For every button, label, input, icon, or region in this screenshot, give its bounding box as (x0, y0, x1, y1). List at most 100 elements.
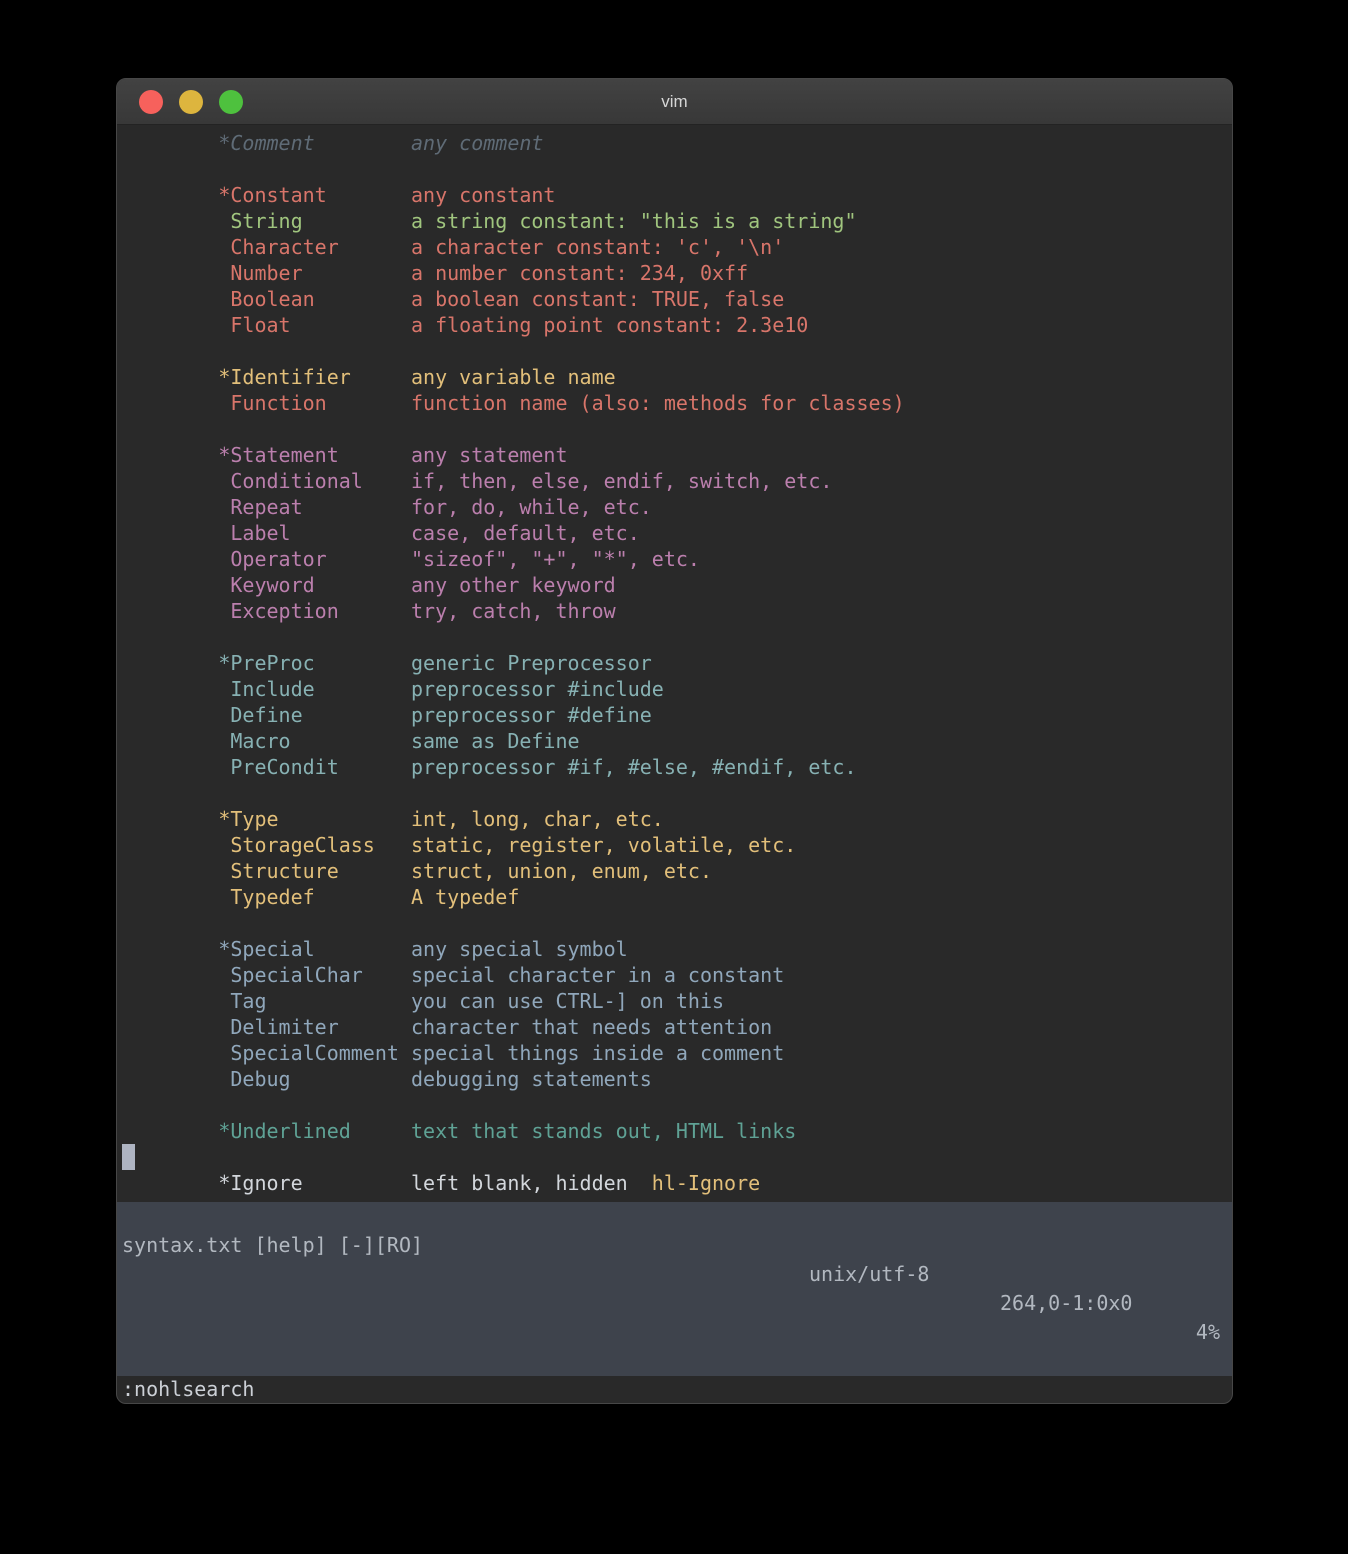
group-description: "sizeof", "+", "*", etc. (411, 546, 700, 572)
group-description: struct, union, enum, etc. (411, 858, 712, 884)
group-name: Typedef (230, 884, 314, 910)
buffer-line[interactable]: PreConditpreprocessor #if, #else, #endif… (122, 754, 1232, 780)
status-ruler: 264,0-1:0x0 (1000, 1289, 1132, 1318)
buffer-line[interactable]: Structurestruct, union, enum, etc. (122, 858, 1232, 884)
buffer-blank-line[interactable] (122, 156, 1232, 182)
buffer[interactable]: *Commentany comment *Constant any constant… (117, 125, 1232, 1202)
buffer-line[interactable]: Tagyou can use CTRL-] on this (122, 988, 1232, 1014)
group-description: any constant (411, 182, 556, 208)
group-name: Define (230, 702, 302, 728)
buffer-line[interactable]: Define preprocessor #define (122, 702, 1232, 728)
buffer-line[interactable]: *Special any special symbol (122, 936, 1232, 962)
group-name: Label (230, 520, 290, 546)
buffer-line[interactable]: Delimitercharacter that needs attention (122, 1014, 1232, 1040)
group-name: Boolean (230, 286, 314, 312)
group-name: *PreProc (218, 650, 314, 676)
buffer-line[interactable]: *Type int, long, char, etc. (122, 806, 1232, 832)
group-name: Operator (230, 546, 326, 572)
group-name: Exception (230, 598, 338, 624)
buffer-line[interactable]: Functionfunction name (also: methods for… (122, 390, 1232, 416)
group-name: Tag (230, 988, 266, 1014)
buffer-line[interactable]: Keyword any other keyword (122, 572, 1232, 598)
group-description: preprocessor #define (411, 702, 652, 728)
group-description: any special symbol (411, 936, 628, 962)
buffer-line[interactable]: Floata floating point constant: 2.3e10 (122, 312, 1232, 338)
buffer-line[interactable]: Repeatfor, do, while, etc. (122, 494, 1232, 520)
group-description: try, catch, throw (411, 598, 616, 624)
group-name: SpecialChar (230, 962, 362, 988)
group-description: function name (also: methods for classes… (411, 390, 905, 416)
group-name: Keyword (230, 572, 314, 598)
buffer-blank-line[interactable] (122, 416, 1232, 442)
desktop: { "window": { "title": "vim" }, "palette… (0, 0, 1348, 1554)
group-name: *Type (218, 806, 278, 832)
group-description: a character constant: 'c', '\n' (411, 234, 784, 260)
window-title: vim (117, 79, 1232, 124)
buffer-line[interactable]: Typedef A typedef (122, 884, 1232, 910)
buffer-line[interactable]: Character a character constant: 'c', '\n' (122, 234, 1232, 260)
group-name: Debug (230, 1066, 290, 1092)
buffer-line[interactable]: Operator "sizeof", "+", "*", etc. (122, 546, 1232, 572)
status-encoding: unix/utf-8 (809, 1260, 929, 1289)
command-line[interactable]: :nohlsearch (117, 1376, 1232, 1403)
group-name: Conditional (230, 468, 362, 494)
buffer-blank-line[interactable] (122, 910, 1232, 936)
buffer-line[interactable]: SpecialChar special character in a consta… (122, 962, 1232, 988)
buffer-line[interactable]: *Commentany comment (122, 130, 1232, 156)
help-link[interactable]: hl-Ignore (652, 1170, 760, 1196)
buffer-blank-line[interactable] (122, 1092, 1232, 1118)
buffer-line[interactable]: SpecialCommentspecial things inside a co… (122, 1040, 1232, 1066)
buffer-line[interactable]: *PreProc generic Preprocessor (122, 650, 1232, 676)
buffer-line[interactable]: Includepreprocessor #include (122, 676, 1232, 702)
buffer-blank-line[interactable] (122, 1144, 1232, 1170)
status-bar: syntax.txt [help] [-][RO] unix/utf-8 264… (117, 1202, 1232, 1376)
buffer-line[interactable]: Numbera number constant: 234, 0xff (122, 260, 1232, 286)
group-description: any other keyword (411, 572, 616, 598)
buffer-blank-line[interactable] (122, 624, 1232, 650)
buffer-line[interactable]: *Statementany statement (122, 442, 1232, 468)
buffer-line[interactable]: StorageClassstatic, register, volatile, … (122, 832, 1232, 858)
group-name: *Ignore (218, 1170, 302, 1196)
buffer-line[interactable]: *Ignoreleft blank, hiddenhl-Ignore (122, 1170, 1232, 1196)
group-description: int, long, char, etc. (411, 806, 664, 832)
group-description: debugging statements (411, 1066, 652, 1092)
buffer-line[interactable]: *Identifier any variable name (122, 364, 1232, 390)
group-name: *Constant (218, 182, 326, 208)
group-description: any variable name (411, 364, 616, 390)
group-description: static, register, volatile, etc. (411, 832, 796, 858)
command-text: :nohlsearch (122, 1376, 254, 1403)
group-description: special things inside a comment (411, 1040, 784, 1066)
status-scroll-percent: 4% (1196, 1318, 1220, 1347)
group-description: A typedef (411, 884, 519, 910)
buffer-line[interactable]: Macrosame as Define (122, 728, 1232, 754)
buffer-line[interactable]: Debug debugging statements (122, 1066, 1232, 1092)
group-name: *Underlined (218, 1118, 350, 1144)
buffer-blank-line[interactable] (122, 780, 1232, 806)
group-description: preprocessor #if, #else, #endif, etc. (411, 754, 857, 780)
buffer-line[interactable]: Label case, default, etc. (122, 520, 1232, 546)
group-description: a boolean constant: TRUE, false (411, 286, 784, 312)
cursor-block (122, 1144, 135, 1170)
window-titlebar[interactable]: vim (117, 79, 1232, 125)
group-description: preprocessor #include (411, 676, 664, 702)
buffer-line[interactable]: Conditional if, then, else, endif, switch… (122, 468, 1232, 494)
group-name: String (230, 208, 302, 234)
group-description: same as Define (411, 728, 580, 754)
buffer-line[interactable]: Stringa string constant: "this is a stri… (122, 208, 1232, 234)
group-description: case, default, etc. (411, 520, 640, 546)
buffer-line[interactable]: Exception try, catch, throw (122, 598, 1232, 624)
group-name: *Special (218, 936, 314, 962)
group-description: for, do, while, etc. (411, 494, 652, 520)
group-description: special character in a constant (411, 962, 784, 988)
group-description: generic Preprocessor (411, 650, 652, 676)
buffer-line[interactable]: Boolean a boolean constant: TRUE, false (122, 286, 1232, 312)
buffer-line[interactable]: *Underlinedtext that stands out, HTML li… (122, 1118, 1232, 1144)
group-description: any comment (411, 130, 543, 156)
buffer-line[interactable]: *Constant any constant (122, 182, 1232, 208)
vim-window: vim *Commentany comment *Constant any cons… (116, 78, 1233, 1404)
group-name: *Identifier (218, 364, 350, 390)
group-description: if, then, else, endif, switch, etc. (411, 468, 832, 494)
buffer-blank-line[interactable] (122, 338, 1232, 364)
group-description: character that needs attention (411, 1014, 772, 1040)
group-name: Character (230, 234, 338, 260)
